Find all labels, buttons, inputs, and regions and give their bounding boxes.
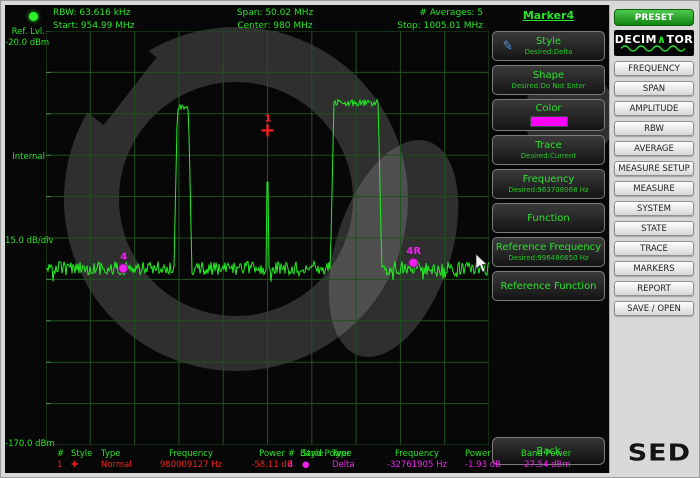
- analyzer-screen: RBW: 63.616 kHz Start: 954.99 MHz Span: …: [5, 5, 609, 473]
- plot-grid: [46, 31, 489, 445]
- menu-button-sublabel: Desired:963708068 Hz: [508, 186, 588, 194]
- marker-frequency: 980009127 Hz: [138, 460, 244, 470]
- sed-logo: SED: [628, 440, 691, 466]
- menu-button-label: Trace: [535, 140, 562, 151]
- sidebar-item-state[interactable]: STATE: [614, 221, 694, 236]
- marker-style-icon: ✚: [71, 460, 101, 470]
- marker-1: 1: [262, 113, 274, 136]
- marker-color-swatch: [530, 116, 568, 127]
- svg-text:4: 4: [120, 251, 127, 262]
- plot-markers: 1 4 4R: [119, 113, 422, 272]
- col-frequency: Frequency: [369, 449, 465, 459]
- averages-readout: # Averages: 5: [335, 8, 483, 18]
- menu-button-label: Color: [535, 103, 561, 114]
- marker-table-right: #StyleTypeFrequencyPowerBand Power 4●Del…: [288, 449, 587, 470]
- marker-type: Delta: [332, 460, 369, 470]
- col-type: Type: [101, 449, 138, 459]
- col-band-power: Band Power: [521, 449, 587, 459]
- sidebar-item-save-open[interactable]: SAVE / OPEN: [614, 301, 694, 316]
- start-readout: Start: 954.99 MHz: [53, 21, 135, 31]
- decimator-logo: DECIM∧TOR: [614, 30, 694, 56]
- menu-button-trace[interactable]: TraceDesired:Current: [492, 135, 605, 165]
- preset-button[interactable]: PRESET: [614, 9, 694, 26]
- col-style: Style: [302, 449, 332, 459]
- ref-level-label: Ref. Lvl.: [7, 27, 45, 37]
- menu-button-sublabel: Desired:Current: [521, 152, 576, 160]
- marker-band-power: -27.54 dBm: [521, 460, 587, 470]
- sidebar-item-system[interactable]: SYSTEM: [614, 201, 694, 216]
- menu-button-reference-function[interactable]: Reference Function: [492, 271, 605, 301]
- bottom-level-label: -170.0 dBm: [5, 439, 47, 449]
- function-sidebar: PRESET DECIM∧TOR FREQUENCY SPAN AMPLITUDE R…: [609, 5, 697, 473]
- sidebar-item-report[interactable]: REPORT: [614, 281, 694, 296]
- menu-button-label: Reference Frequency: [496, 242, 601, 253]
- marker-style-icon: ●: [302, 460, 332, 470]
- menu-button-sublabel: Desired:996486650 Hz: [508, 254, 588, 262]
- col-num: #: [288, 449, 302, 459]
- sidebar-item-measure[interactable]: MEASURE: [614, 181, 694, 196]
- marker-frequency: -32761905 Hz: [369, 460, 465, 470]
- window-frame: RBW: 63.616 kHz Start: 954.99 MHz Span: …: [0, 0, 700, 478]
- menu-button-label: Style: [536, 36, 561, 47]
- sidebar-item-amplitude[interactable]: AMPLITUDE: [614, 101, 694, 116]
- marker-num: 1: [57, 460, 71, 470]
- stop-readout: Stop: 1005.01 MHz: [335, 21, 483, 31]
- spectrum-plot: 1 4 4R: [46, 31, 489, 445]
- marker-type: Normal: [101, 460, 138, 470]
- menu-button-function[interactable]: Function: [492, 203, 605, 233]
- col-style: Style: [71, 449, 101, 459]
- sidebar-item-rbw[interactable]: RBW: [614, 121, 694, 136]
- rbw-readout: RBW: 63.616 kHz: [53, 8, 130, 18]
- col-power: Power: [465, 449, 521, 459]
- menu-button-sublabel: Desired:Delta: [525, 48, 573, 56]
- menu-button-frequency[interactable]: FrequencyDesired:963708068 Hz: [492, 169, 605, 199]
- menu-button-style[interactable]: ✎ StyleDesired:Delta: [492, 31, 605, 61]
- svg-text:1: 1: [265, 113, 272, 124]
- menu-button-reference-frequency[interactable]: Reference FrequencyDesired:996486650 Hz: [492, 237, 605, 267]
- sidebar-item-span[interactable]: SPAN: [614, 81, 694, 96]
- db-per-div-label: 15.0 dB/div: [5, 236, 45, 246]
- col-type: Type: [332, 449, 369, 459]
- sidebar-item-frequency[interactable]: FREQUENCY: [614, 61, 694, 76]
- sidebar-item-markers[interactable]: MARKERS: [614, 261, 694, 276]
- menu-title: Marker4: [488, 9, 609, 22]
- pen-icon: ✎: [501, 38, 514, 54]
- svg-text:4R: 4R: [406, 246, 421, 257]
- sidebar-item-trace[interactable]: TRACE: [614, 241, 694, 256]
- menu-button-label: Reference Function: [500, 281, 596, 292]
- sidebar-menu: FREQUENCY SPAN AMPLITUDE RBW AVERAGE MEASURE …: [614, 61, 694, 316]
- marker-menu-panel: Marker4 ✎StyleDesired:DeltaShapeDesired:…: [488, 5, 609, 473]
- col-frequency: Frequency: [138, 449, 244, 459]
- menu-button-shape[interactable]: ShapeDesired:Do Not Enter: [492, 65, 605, 95]
- marker-num: 4: [288, 460, 302, 470]
- status-led-icon: [29, 12, 38, 21]
- marker-power: -1.93 dB: [465, 460, 521, 470]
- internal-label: Internal: [5, 152, 45, 162]
- menu-button-color[interactable]: Color: [492, 99, 605, 131]
- decimator-logo-text: DECIM∧TOR: [615, 34, 694, 45]
- menu-button-sublabel: Desired:Do Not Enter: [511, 82, 585, 90]
- marker-4: 4: [119, 251, 128, 272]
- mouse-cursor-icon: [475, 254, 489, 274]
- ref-level-value: -20.0 dBm: [5, 38, 45, 48]
- col-num: #: [57, 449, 71, 459]
- waveform-icon: [621, 45, 687, 52]
- menu-button-label: Frequency: [523, 174, 575, 185]
- menu-button-label: Function: [527, 213, 570, 224]
- marker-row-4: 4●Delta-32761905 Hz-1.93 dB-27.54 dBm: [288, 460, 587, 470]
- marker-table-header: #StyleTypeFrequencyPowerBand Power: [288, 449, 587, 459]
- menu-button-label: Shape: [533, 70, 564, 81]
- sidebar-item-average[interactable]: AVERAGE: [614, 141, 694, 156]
- menu-buttons: ✎ StyleDesired:Delta ShapeDesired:Do Not E…: [492, 31, 605, 301]
- sidebar-item-measure-setup[interactable]: MEASURE SETUP: [614, 161, 694, 176]
